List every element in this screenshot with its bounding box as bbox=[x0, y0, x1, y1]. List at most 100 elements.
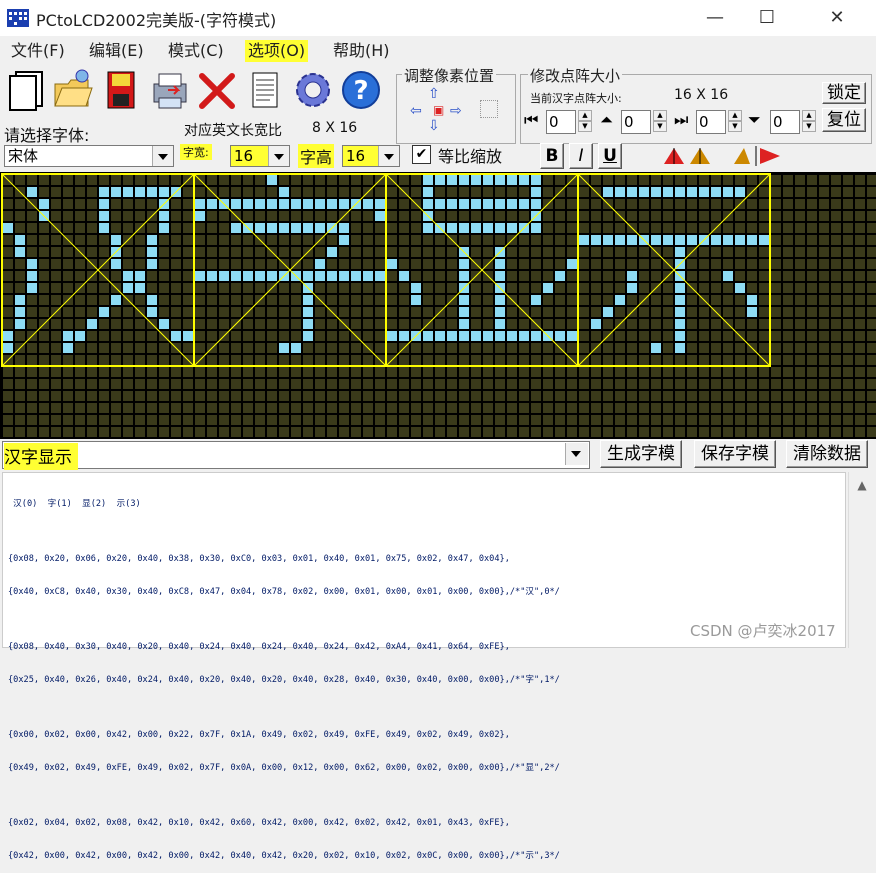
open-folder-icon[interactable] bbox=[52, 68, 94, 112]
scroll-up-icon[interactable]: ▲ bbox=[849, 478, 875, 492]
text-input[interactable] bbox=[2, 441, 590, 469]
help-icon[interactable]: ? bbox=[340, 68, 382, 112]
pixel-on bbox=[483, 175, 493, 185]
pixel-on bbox=[159, 223, 169, 233]
pixel-on bbox=[387, 331, 397, 341]
left-spinner-arrows[interactable]: ▲ ▼ bbox=[578, 110, 592, 134]
pixel-on bbox=[423, 223, 433, 233]
reset-button[interactable]: 复位 bbox=[822, 108, 866, 132]
pixel-on bbox=[303, 307, 313, 317]
pixel-on bbox=[699, 187, 709, 197]
pixel-on bbox=[555, 331, 565, 341]
delete-icon[interactable] bbox=[196, 68, 238, 112]
maximize-button[interactable]: ☐ bbox=[744, 0, 790, 36]
pixel-on bbox=[519, 199, 529, 209]
pixel-on bbox=[255, 199, 265, 209]
pixel-on bbox=[459, 199, 469, 209]
notepad-icon[interactable] bbox=[244, 68, 286, 112]
shrink-bottom-icon: ⏷ bbox=[748, 110, 761, 129]
pixel-on bbox=[759, 235, 769, 245]
menu-file[interactable]: 文件(F) bbox=[8, 40, 68, 62]
pixel-on bbox=[195, 271, 205, 281]
menu-help[interactable]: 帮助(H) bbox=[330, 40, 393, 62]
menu-mode[interactable]: 模式(C) bbox=[165, 40, 227, 62]
rotate-icon[interactable] bbox=[660, 144, 718, 168]
pixel-on bbox=[531, 295, 541, 305]
scale-label: 等比缩放 bbox=[438, 147, 503, 166]
top-spinner-input[interactable]: 0 bbox=[621, 110, 651, 134]
width-select[interactable]: 16 bbox=[230, 145, 290, 167]
pixel-on bbox=[531, 175, 541, 185]
pixel-on bbox=[207, 271, 217, 281]
pixel-on bbox=[519, 175, 529, 185]
pixel-on bbox=[111, 259, 121, 269]
font-name-select[interactable]: 宋体 bbox=[4, 145, 174, 167]
pixel-on bbox=[315, 223, 325, 233]
arrow-down-icon[interactable]: ⇩ bbox=[428, 118, 440, 134]
pixel-on bbox=[483, 331, 493, 341]
lock-button[interactable]: 锁定 bbox=[822, 82, 866, 104]
pixel-on bbox=[615, 235, 625, 245]
left-spinner-input[interactable]: 0 bbox=[546, 110, 576, 134]
center-icon[interactable]: ▣ bbox=[433, 103, 444, 117]
chevron-down-icon[interactable] bbox=[565, 443, 588, 465]
watermark: CSDN @卢奕冰2017 bbox=[690, 622, 836, 640]
arrow-left-icon[interactable]: ⇦ bbox=[410, 103, 422, 119]
scale-checkbox[interactable]: ✔ bbox=[412, 145, 431, 164]
chevron-down-icon[interactable] bbox=[378, 146, 399, 166]
pixel-on bbox=[147, 247, 157, 257]
pixel-on bbox=[303, 199, 313, 209]
pixel-on bbox=[27, 259, 37, 269]
menu-edit[interactable]: 编辑(E) bbox=[86, 40, 147, 62]
text-input-value[interactable]: 汉字显示 bbox=[4, 443, 78, 470]
pixel-on bbox=[639, 187, 649, 197]
save-disk-icon[interactable] bbox=[100, 68, 142, 112]
arrow-up-icon[interactable]: ⇧ bbox=[428, 86, 440, 102]
pixel-on bbox=[291, 343, 301, 353]
pixel-on bbox=[195, 211, 205, 221]
top-spinner-arrows[interactable]: ▲ ▼ bbox=[653, 110, 667, 134]
title-bar: PCtoLCD2002完美版-(字符模式) — ☐ ✕ bbox=[0, 0, 876, 36]
text-input-dropdown[interactable] bbox=[562, 443, 588, 467]
pixel-on bbox=[375, 199, 385, 209]
generate-button[interactable]: 生成字模 bbox=[600, 440, 682, 468]
pixel-on bbox=[747, 235, 757, 245]
clear-button[interactable]: 清除数据 bbox=[786, 440, 868, 468]
pixel-on bbox=[243, 199, 253, 209]
pixel-on bbox=[99, 187, 109, 197]
pixel-on bbox=[447, 223, 457, 233]
pixel-on bbox=[339, 235, 349, 245]
right-spinner-input[interactable]: 0 bbox=[696, 110, 726, 134]
pixel-on bbox=[459, 175, 469, 185]
flip-icon[interactable] bbox=[730, 144, 788, 168]
arrow-right-icon[interactable]: ⇨ bbox=[450, 103, 462, 119]
bottom-spinner-input[interactable]: 0 bbox=[770, 110, 800, 134]
bold-button[interactable]: B bbox=[540, 143, 564, 169]
pixel-on bbox=[303, 319, 313, 329]
pixel-on bbox=[111, 235, 121, 245]
pixel-on bbox=[15, 295, 25, 305]
print-icon[interactable] bbox=[148, 68, 190, 112]
chevron-down-icon[interactable] bbox=[268, 146, 289, 166]
vertical-scrollbar[interactable]: ▲ bbox=[848, 472, 875, 648]
menu-options[interactable]: 选项(O) bbox=[245, 40, 309, 62]
pixel-on bbox=[591, 235, 601, 245]
bottom-spinner-arrows[interactable]: ▲ ▼ bbox=[802, 110, 816, 134]
pixel-grid-canvas[interactable] bbox=[0, 172, 876, 439]
pixel-on bbox=[723, 235, 733, 245]
save-button[interactable]: 保存字模 bbox=[694, 440, 776, 468]
close-button[interactable]: ✕ bbox=[814, 0, 860, 36]
chevron-down-icon[interactable] bbox=[152, 146, 173, 166]
height-select[interactable]: 16 bbox=[342, 145, 400, 167]
font-name-value: 宋体 bbox=[8, 147, 39, 165]
right-spinner-arrows[interactable]: ▲ ▼ bbox=[728, 110, 742, 134]
new-file-icon[interactable] bbox=[6, 68, 48, 112]
matrix-current-label: 当前汉字点阵大小: bbox=[530, 92, 622, 105]
italic-button[interactable]: I bbox=[569, 143, 593, 169]
underline-button[interactable]: U bbox=[598, 143, 622, 169]
pixel-grid[interactable] bbox=[0, 172, 876, 439]
pixel-on bbox=[495, 175, 505, 185]
pixel-on bbox=[27, 271, 37, 281]
gear-icon[interactable] bbox=[292, 68, 334, 112]
minimize-button[interactable]: — bbox=[692, 0, 738, 36]
